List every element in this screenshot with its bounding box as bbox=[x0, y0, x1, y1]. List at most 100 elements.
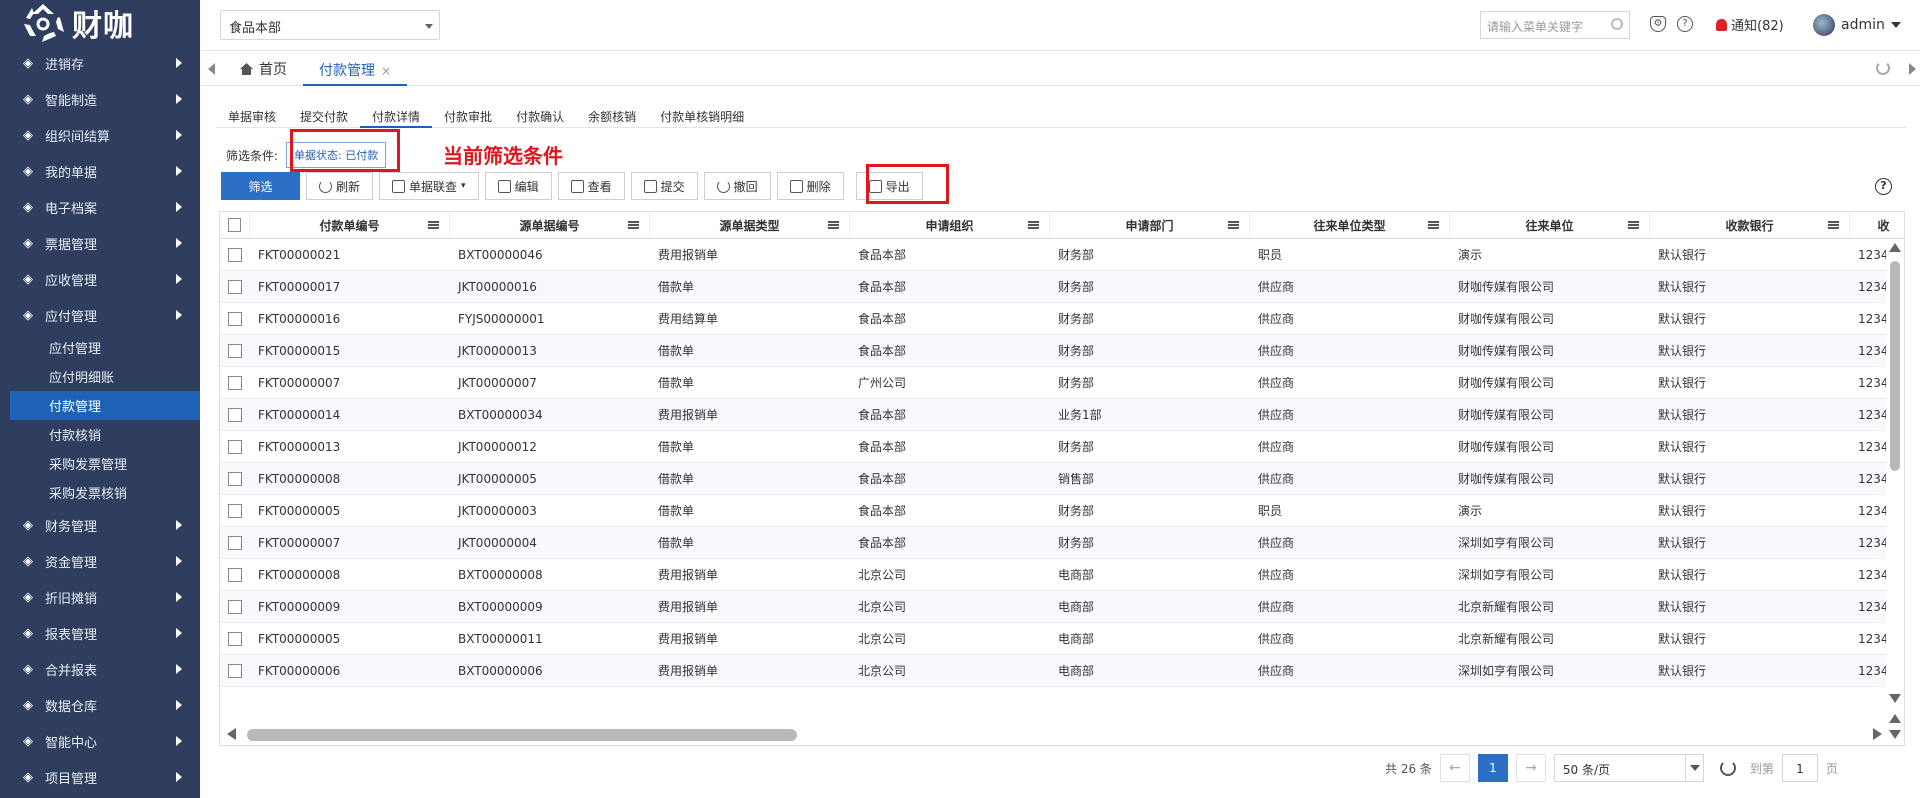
sidebar-item[interactable]: ◈ 项目管理 bbox=[0, 759, 200, 795]
column-header[interactable]: 源单据类型 bbox=[650, 212, 850, 238]
row-checkbox[interactable] bbox=[228, 535, 242, 550]
current-page-button[interactable]: 1 bbox=[1477, 754, 1508, 782]
sidebar-item[interactable]: ◈ 应收管理 bbox=[0, 261, 200, 297]
table-row[interactable]: FKT00000007 JKT00000004 借款单 食品本部 财务部 供应商 深圳如亨有… bbox=[220, 527, 1904, 559]
table-row[interactable]: FKT00000021 BXT00000046 费用报销单 食品本部 财务部 职员 演示 默认… bbox=[220, 239, 1904, 271]
vertical-scrollbar-secondary[interactable] bbox=[1886, 712, 1904, 742]
refresh-icon[interactable] bbox=[1876, 61, 1890, 75]
page-size-select[interactable]: 50 条/页 bbox=[1553, 754, 1704, 782]
linked-query-button[interactable]: 单据联查 ▾ bbox=[379, 172, 479, 200]
notification-link[interactable]: 通知(82) bbox=[1716, 15, 1784, 34]
column-menu-icon[interactable] bbox=[828, 221, 839, 229]
subtab[interactable]: 余额核销 bbox=[576, 100, 648, 128]
shield-icon[interactable]: ⚙ bbox=[1650, 16, 1666, 32]
table-row[interactable]: FKT00000016 FYJS00000001 费用结算单 食品本部 财务部 供应商 财咖… bbox=[220, 303, 1904, 335]
table-row[interactable]: FKT00000015 JKT00000013 借款单 食品本部 财务部 供应商 财咖传媒有… bbox=[220, 335, 1904, 367]
row-checkbox[interactable] bbox=[228, 471, 242, 486]
sidebar-item[interactable]: ◈ 财务管理 bbox=[0, 507, 200, 543]
table-row[interactable]: FKT00000008 BXT00000008 费用报销单 北京公司 电商部 供应商 深圳如… bbox=[220, 559, 1904, 591]
column-menu-icon[interactable] bbox=[628, 221, 639, 229]
scroll-down-icon[interactable] bbox=[1889, 694, 1901, 703]
column-header[interactable]: 往来单位类型 bbox=[1250, 212, 1450, 238]
select-all-checkbox[interactable] bbox=[228, 218, 241, 232]
sidebar-subitem[interactable]: 付款核销 bbox=[0, 420, 200, 449]
column-menu-icon[interactable] bbox=[428, 221, 439, 229]
tab-scroll-right-icon[interactable] bbox=[1909, 63, 1916, 75]
table-row[interactable]: FKT00000017 JKT00000016 借款单 食品本部 财务部 供应商 财咖传媒有… bbox=[220, 271, 1904, 303]
sidebar-item[interactable]: ◈ 我的单据 bbox=[0, 153, 200, 189]
help-icon[interactable]: ? bbox=[1875, 178, 1892, 195]
row-checkbox[interactable] bbox=[228, 439, 242, 454]
help-icon[interactable]: ? bbox=[1677, 16, 1693, 32]
sidebar-item[interactable]: ◈ 合并报表 bbox=[0, 651, 200, 687]
sidebar-item[interactable]: ◈ 电子档案 bbox=[0, 189, 200, 225]
table-row[interactable]: FKT00000014 BXT00000034 费用报销单 食品本部 业务1部 供应商 财咖… bbox=[220, 399, 1904, 431]
scroll-thumb[interactable] bbox=[247, 729, 797, 741]
row-checkbox[interactable] bbox=[228, 279, 242, 294]
subtab[interactable]: 付款详情 bbox=[360, 100, 433, 128]
row-checkbox[interactable] bbox=[228, 375, 242, 390]
menu-search-input[interactable]: 请输入菜单关键字 bbox=[1480, 11, 1630, 39]
prev-page-button[interactable]: ← bbox=[1439, 754, 1470, 782]
sidebar-subitem[interactable]: 应付明细账 bbox=[0, 362, 200, 391]
goto-page-input[interactable]: 1 bbox=[1781, 754, 1818, 782]
sidebar-item[interactable]: ◈ 进销存 bbox=[0, 45, 200, 81]
column-menu-icon[interactable] bbox=[1828, 221, 1839, 229]
column-menu-icon[interactable] bbox=[1228, 221, 1239, 229]
table-row[interactable]: FKT00000005 JKT00000003 借款单 食品本部 财务部 职员 演示 默认银行… bbox=[220, 495, 1904, 527]
scroll-right-icon[interactable] bbox=[1873, 728, 1882, 740]
sidebar-item[interactable]: ◈ 数据仓库 bbox=[0, 687, 200, 723]
row-checkbox[interactable] bbox=[228, 503, 242, 518]
sidebar-item[interactable]: ◈ 智能中心 bbox=[0, 723, 200, 759]
column-header[interactable]: 申请部门 bbox=[1050, 212, 1250, 238]
column-menu-icon[interactable] bbox=[1628, 221, 1639, 229]
subtab[interactable]: 付款确认 bbox=[504, 100, 576, 128]
table-row[interactable]: FKT00000008 JKT00000005 借款单 食品本部 销售部 供应商 财咖传媒有… bbox=[220, 463, 1904, 495]
sidebar-item[interactable]: ◈ 智能制造 bbox=[0, 81, 200, 117]
row-checkbox[interactable] bbox=[228, 663, 242, 678]
tab-home[interactable]: 首页 bbox=[240, 59, 287, 79]
scroll-up-icon[interactable] bbox=[1889, 243, 1901, 252]
sidebar-item[interactable]: ◈ 资金管理 bbox=[0, 543, 200, 579]
submit-button[interactable]: 提交 bbox=[630, 172, 698, 200]
sidebar-item[interactable]: ◈ 票据管理 bbox=[0, 225, 200, 261]
column-header[interactable]: 收款银行 bbox=[1650, 212, 1850, 238]
row-checkbox[interactable] bbox=[228, 311, 242, 326]
scroll-up-icon[interactable] bbox=[1889, 714, 1901, 723]
close-icon[interactable]: × bbox=[381, 64, 391, 78]
scroll-left-icon[interactable] bbox=[227, 728, 236, 740]
refresh-button[interactable]: 刷新 bbox=[306, 172, 374, 200]
scroll-down-icon[interactable] bbox=[1889, 730, 1901, 739]
table-row[interactable]: FKT00000005 BXT00000011 费用报销单 北京公司 电商部 供应商 北京新… bbox=[220, 623, 1904, 655]
row-checkbox[interactable] bbox=[228, 247, 242, 262]
column-header[interactable]: 源单据编号 bbox=[450, 212, 650, 238]
sidebar-subitem[interactable]: 采购发票核销 bbox=[0, 478, 200, 507]
vertical-scrollbar[interactable] bbox=[1886, 239, 1904, 709]
column-menu-icon[interactable] bbox=[1028, 221, 1039, 229]
revoke-button[interactable]: 撤回 bbox=[703, 172, 771, 200]
row-checkbox[interactable] bbox=[228, 407, 242, 422]
subtab[interactable]: 付款审批 bbox=[432, 100, 504, 128]
column-header[interactable]: 收 bbox=[1850, 212, 1904, 238]
edit-button[interactable]: 编辑 bbox=[484, 172, 552, 200]
sidebar-item[interactable]: ◈ 折旧摊销 bbox=[0, 579, 200, 615]
subtab[interactable]: 单据审核 bbox=[216, 100, 288, 128]
scroll-thumb[interactable] bbox=[1890, 261, 1900, 471]
column-header[interactable]: 申请组织 bbox=[850, 212, 1050, 238]
column-header[interactable]: 付款单编号 bbox=[250, 212, 450, 238]
subtab[interactable]: 提交付款 bbox=[288, 100, 360, 128]
horizontal-scrollbar[interactable] bbox=[220, 723, 1888, 745]
org-select[interactable]: 食品本部 bbox=[220, 10, 440, 40]
column-menu-icon[interactable] bbox=[1428, 221, 1439, 229]
refresh-icon[interactable] bbox=[1719, 760, 1736, 776]
table-row[interactable]: FKT00000006 BXT00000006 费用报销单 北京公司 电商部 供应商 深圳如… bbox=[220, 655, 1904, 687]
sidebar-item[interactable]: ◈ 报表管理 bbox=[0, 615, 200, 651]
tab-scroll-left-icon[interactable] bbox=[208, 63, 215, 75]
row-checkbox[interactable] bbox=[228, 567, 242, 582]
subtab[interactable]: 付款单核销明细 bbox=[648, 100, 756, 128]
table-row[interactable]: FKT00000013 JKT00000012 借款单 食品本部 财务部 供应商 财咖传媒有… bbox=[220, 431, 1904, 463]
tab-payment-management[interactable]: 付款管理 × bbox=[303, 51, 408, 86]
sidebar-item[interactable]: ◈ 应付管理 bbox=[0, 297, 200, 333]
sidebar-subitem[interactable]: 采购发票管理 bbox=[0, 449, 200, 478]
filter-button[interactable]: 筛选 bbox=[221, 172, 300, 200]
